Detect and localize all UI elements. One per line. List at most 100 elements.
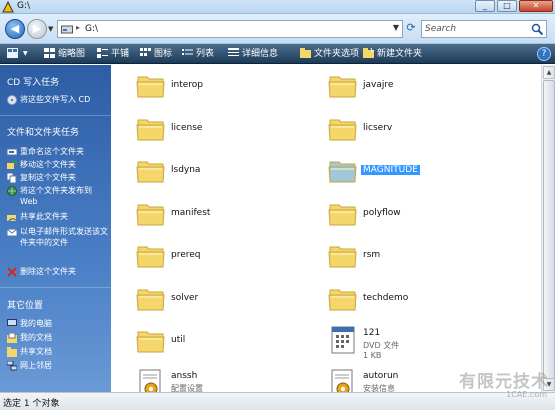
item-name: solver [171,292,199,303]
folder-item[interactable]: util [136,325,316,361]
task-pane: CD 写入任务 将这些文件写入 CD 文件和文件夹任务 重命名这个文件夹 移动这… [0,65,111,392]
network-places-link[interactable]: 网上邻居 [7,360,109,371]
tiles-button[interactable]: 平铺 [97,47,129,61]
new-folder-icon [363,48,374,58]
delete-folder-link[interactable]: 删除这个文件夹 [7,266,109,277]
folder-item[interactable]: licserv [328,113,508,149]
share-icon [7,215,17,222]
folder-item[interactable]: interop [136,70,316,106]
item-type: DVD 文件 [363,341,400,350]
address-row: ◀ ▶ ▼ ▸ G:\ ▼ ⟳ Search [0,14,555,44]
documents-icon [7,333,17,343]
email-files-link[interactable]: 以电子邮件形式发送该文件夹中的文件 [7,226,109,248]
my-computer-link[interactable]: 我的电脑 [7,318,109,329]
vertical-scrollbar[interactable]: ▲ ▼ [541,65,555,392]
details-view-icon [228,48,239,56]
address-bar[interactable]: ▸ G:\ ▼ [57,20,403,38]
computer-icon [7,319,17,328]
file-list: interop javajre license licserv lsdyna MAGNIT… [111,65,541,392]
shared-documents-link[interactable]: 共享文档 [7,346,109,357]
views-menu-button[interactable]: ▼ [7,47,28,61]
folder-item[interactable]: license [136,113,316,149]
address-dropdown-icon[interactable]: ▼ [393,23,399,32]
folder-icon [136,161,165,183]
dvd-file-icon [331,326,355,354]
tiles-icon [97,48,108,58]
item-name: lsdyna [171,165,201,175]
folder-item[interactable]: lsdyna [136,155,316,191]
scroll-up-button[interactable]: ▲ [543,66,555,79]
item-name: techdemo [363,292,409,303]
item-name: autorun [363,370,399,381]
share-folder-link[interactable]: 共享此文件夹 [7,211,109,222]
folder-icon [328,161,357,183]
search-input[interactable]: Search [421,20,547,38]
item-name: MAGNITUDE [361,165,420,175]
folder-item[interactable]: techdemo [328,283,508,319]
item-name: polyflow [363,207,401,218]
chevron-right-icon: ▸ [76,23,81,32]
title-bar: G:\ _ □ ✕ [0,0,555,14]
item-name: rsm [363,250,381,260]
publish-web-link[interactable]: 将这个文件夹发布到 Web [7,185,109,207]
icons-view-icon [140,48,151,56]
help-icon[interactable]: ? [537,47,551,61]
folder-item[interactable]: polyflow [328,198,508,234]
item-name: interop [171,80,203,90]
item-type: 配置设置 [171,383,203,393]
tiles-label: 平铺 [111,49,130,59]
address-path: G:\ [85,24,99,34]
search-icon[interactable] [531,23,544,36]
folder-icon [328,76,357,98]
config-file-icon [331,369,353,392]
folder-item[interactable]: solver [136,283,316,319]
rename-folder-link[interactable]: 重命名这个文件夹 [7,146,109,157]
folder-icon [328,289,357,310]
thumbnails-button[interactable]: 缩略图 [44,47,85,61]
folder-options-button[interactable]: 文件夹选项 [300,47,359,61]
icons-label: 图标 [154,49,173,59]
config-file-icon [139,369,161,392]
status-text: 选定 1 个对象 [3,399,60,409]
copy-folder-link[interactable]: 复制这个文件夹 [7,172,109,183]
thumbnails-label: 缩略图 [58,49,86,59]
my-documents-link[interactable]: 我的文档 [7,332,109,343]
burn-cd-link[interactable]: 将这些文件写入 CD [7,94,109,105]
details-button[interactable]: 详细信息 [228,47,278,61]
recent-pages-dropdown[interactable]: ▼ [48,25,53,33]
folder-item[interactable]: javajre [328,70,508,106]
rename-icon [7,148,17,156]
status-bar: 选定 1 个对象 [0,392,555,410]
divider [0,115,111,116]
icons-button[interactable]: 图标 [140,47,172,61]
watermark: 有限元技术 [459,372,549,392]
back-button[interactable]: ◀ [5,19,25,39]
file-tasks-header: 文件和文件夹任务 [7,128,80,138]
folder-icon [136,76,165,98]
window-title: G:\ [17,1,31,11]
folder-icon [136,331,165,353]
folder-item[interactable]: rsm [328,240,508,276]
maximize-button[interactable]: □ [497,0,517,12]
forward-button[interactable]: ▶ [27,19,47,39]
folder-icon [136,204,165,225]
folder-item[interactable]: manifest [136,198,316,234]
new-folder-button[interactable]: 新建文件夹 [363,47,422,61]
folder-item[interactable]: MAGNITUDE [328,155,508,191]
copy-icon [7,173,17,183]
list-button[interactable]: 列表 [182,47,214,61]
app-icon [2,1,14,13]
divider [0,287,111,288]
delete-icon [7,267,17,277]
minimize-button[interactable]: _ [475,0,495,12]
close-button[interactable]: ✕ [519,0,553,12]
folder-item[interactable]: prereq [136,240,316,276]
network-icon [7,361,17,371]
file-item[interactable]: anssh配置设置60 KB [136,368,316,393]
scroll-thumb[interactable] [543,80,555,380]
item-name: anssh [171,370,198,381]
refresh-button[interactable]: ⟳ [404,20,418,38]
file-item[interactable]: 121 DVD 文件 1 KB [328,325,508,361]
folder-options-label: 文件夹选项 [314,49,360,59]
move-folder-link[interactable]: 移动这个文件夹 [7,159,109,170]
